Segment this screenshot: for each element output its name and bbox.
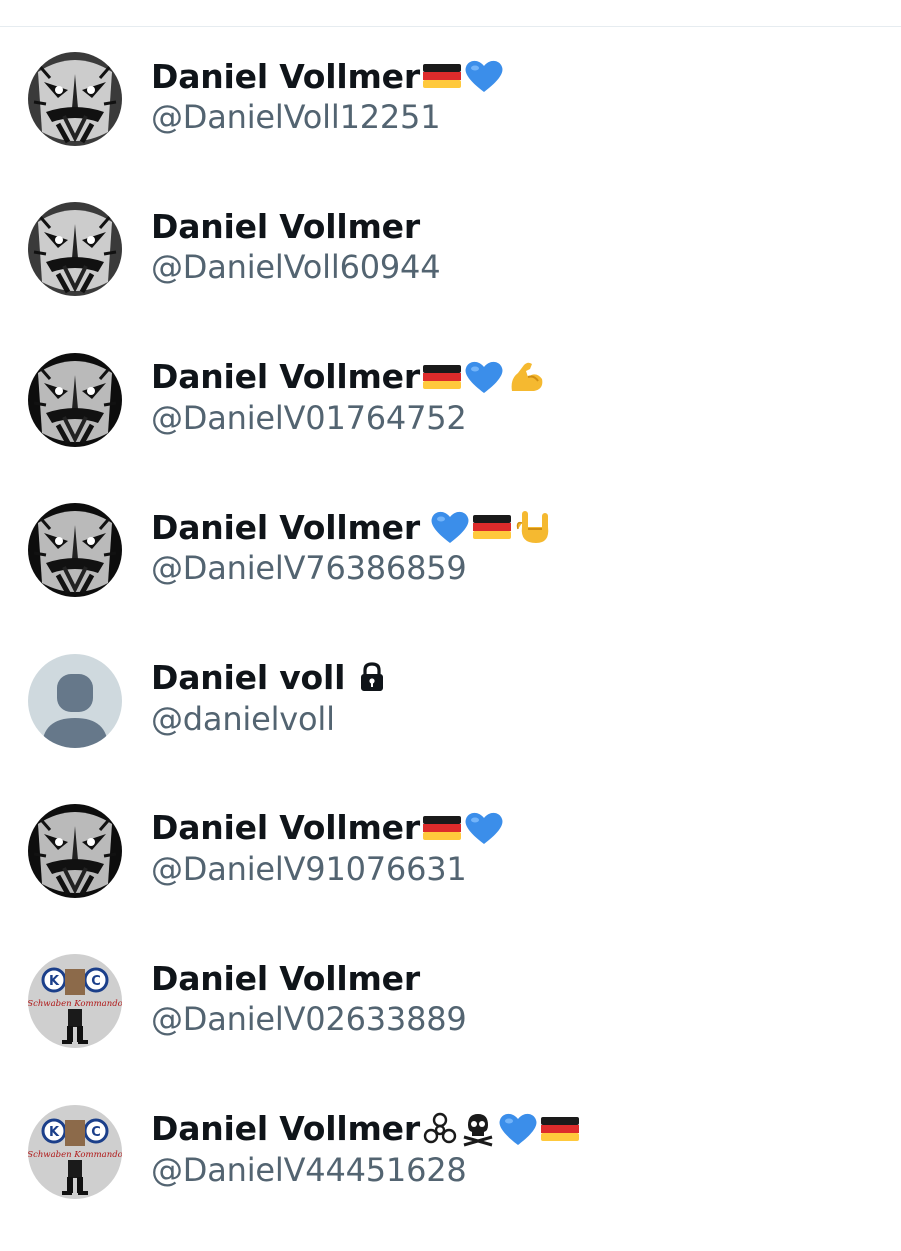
handle[interactable]: @DanielV76386859 xyxy=(151,549,467,587)
german-flag-icon xyxy=(472,512,512,542)
mask-avatar-gray[interactable] xyxy=(28,202,122,297)
handle[interactable]: @danielvoll xyxy=(151,700,335,738)
display-name-line: Daniel Vollmer xyxy=(151,355,546,399)
display-name-line: Daniel Vollmer xyxy=(151,1107,580,1151)
account-row[interactable]: K C Schwaben Kommando Daniel Vollmer @Dan… xyxy=(0,950,901,1100)
display-name-line: Daniel Vollmer xyxy=(151,956,420,1000)
account-row[interactable]: Daniel Vollmer @DanielVoll60944 xyxy=(0,198,901,348)
handle[interactable]: @DanielVoll60944 xyxy=(151,248,441,286)
display-name-line: Daniel voll xyxy=(151,656,387,700)
account-row[interactable]: Daniel Vollmer @DanielVoll12251 xyxy=(0,48,901,198)
display-name[interactable]: Daniel Vollmer xyxy=(151,959,420,998)
handle[interactable]: @DanielV44451628 xyxy=(151,1151,467,1189)
default-avatar[interactable] xyxy=(28,653,122,748)
display-name[interactable]: Daniel Vollmer xyxy=(151,57,420,96)
german-flag-icon xyxy=(422,61,462,91)
account-row[interactable]: K C Schwaben Kommando Daniel Vollmer @Da… xyxy=(0,1101,901,1251)
mask-avatar-gray[interactable] xyxy=(28,52,122,146)
svg-text:Schwaben Kommando: Schwaben Kommando xyxy=(28,1150,122,1160)
display-name[interactable]: Daniel Vollmer xyxy=(151,357,420,396)
lock-icon xyxy=(357,661,387,695)
account-list: Daniel Vollmer @DanielVoll12251 Daniel V… xyxy=(0,48,901,1251)
blue-heart-icon xyxy=(464,359,504,395)
flexed-biceps-icon xyxy=(506,359,546,395)
handle[interactable]: @DanielV02633889 xyxy=(151,1000,467,1038)
display-name-line: Daniel Vollmer xyxy=(151,806,504,850)
display-name-line: Daniel Vollmer xyxy=(151,505,554,549)
display-name-line: Daniel Vollmer xyxy=(151,204,420,248)
display-name[interactable]: Daniel Vollmer xyxy=(151,1109,420,1148)
top-divider xyxy=(0,26,901,27)
mask-avatar-dark[interactable] xyxy=(28,503,122,598)
svg-text:K: K xyxy=(49,974,60,989)
blue-heart-icon xyxy=(464,58,504,94)
handle[interactable]: @DanielV01764752 xyxy=(151,399,467,437)
biohazard-icon xyxy=(422,1111,458,1147)
rock-on-hand-icon xyxy=(514,509,554,545)
german-flag-icon xyxy=(422,813,462,843)
german-flag-icon xyxy=(540,1114,580,1144)
skull-crossbones-icon xyxy=(460,1111,496,1147)
account-row[interactable]: Daniel Vollmer @DanielV76386859 xyxy=(0,499,901,649)
display-name[interactable]: Daniel Vollmer xyxy=(151,808,420,847)
svg-text:K: K xyxy=(49,1125,60,1140)
blue-heart-icon xyxy=(498,1111,538,1147)
schwaben-kommando-avatar[interactable]: K C Schwaben Kommando xyxy=(28,954,122,1049)
handle[interactable]: @DanielVoll12251 xyxy=(151,98,441,136)
blue-heart-icon xyxy=(464,810,504,846)
mask-avatar-dark[interactable] xyxy=(28,803,122,898)
svg-text:C: C xyxy=(91,1125,101,1140)
svg-text:Schwaben Kommando: Schwaben Kommando xyxy=(28,999,122,1009)
account-row[interactable]: Daniel Vollmer @DanielV01764752 xyxy=(0,349,901,499)
mask-avatar-dark[interactable] xyxy=(28,352,122,447)
account-row[interactable]: Daniel voll @danielvoll xyxy=(0,650,901,800)
german-flag-icon xyxy=(422,362,462,392)
account-row[interactable]: Daniel Vollmer @DanielV91076631 xyxy=(0,800,901,950)
display-name[interactable]: Daniel Vollmer xyxy=(151,508,420,547)
display-name-line: Daniel Vollmer xyxy=(151,54,504,98)
display-name[interactable]: Daniel Vollmer xyxy=(151,207,420,246)
schwaben-kommando-avatar[interactable]: K C Schwaben Kommando xyxy=(28,1104,122,1199)
blue-heart-icon xyxy=(430,509,470,545)
svg-text:C: C xyxy=(91,974,101,989)
handle[interactable]: @DanielV91076631 xyxy=(151,850,467,888)
display-name[interactable]: Daniel voll xyxy=(151,658,345,697)
